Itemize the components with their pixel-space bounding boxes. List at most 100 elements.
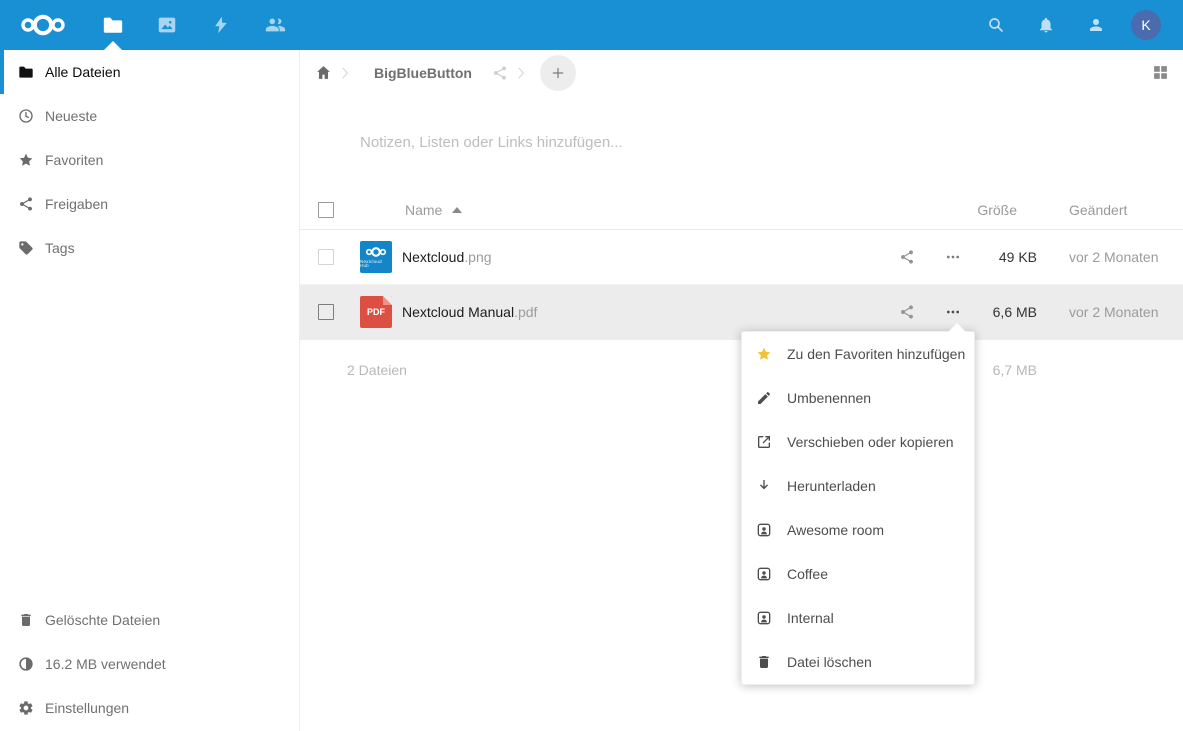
select-all-cell xyxy=(300,202,360,218)
notifications-button[interactable] xyxy=(1021,0,1071,50)
row-share-button[interactable] xyxy=(885,249,929,265)
image-file-thumbnail: Nextcloud Hub xyxy=(360,241,392,273)
menu-item-label: Coffee xyxy=(787,566,828,582)
contacts-menu-button[interactable] xyxy=(1071,0,1121,50)
sidebar-nav: Alle Dateien Neueste Favoriten Freigaben xyxy=(0,50,299,270)
file-actions-menu: Zu den Favoriten hinzufügen Umbenennen V… xyxy=(741,331,975,685)
app-activity-button[interactable] xyxy=(194,0,248,50)
sidebar-item-favorites[interactable]: Favoriten xyxy=(0,138,299,182)
breadcrumb-share-icon[interactable] xyxy=(492,65,508,81)
menu-caret xyxy=(948,323,966,332)
nextcloud-logo-icon[interactable] xyxy=(20,12,66,38)
app-navigation xyxy=(86,0,302,50)
app-files-button[interactable] xyxy=(86,0,140,50)
sidebar-footer: Gelöschte Dateien 16.2 MB verwendet Eins… xyxy=(0,598,299,731)
file-name[interactable]: Nextcloud.png xyxy=(402,249,885,265)
file-name[interactable]: Nextcloud Manual.pdf xyxy=(402,304,885,320)
pdf-badge-label: PDF xyxy=(367,307,385,317)
people-icon xyxy=(264,14,286,36)
pencil-icon xyxy=(756,390,772,406)
grid-view-toggle-button[interactable] xyxy=(1152,64,1169,81)
menu-item-label: Umbenennen xyxy=(787,390,871,406)
row-select-cell xyxy=(300,249,360,265)
column-header-name[interactable]: Name xyxy=(405,202,462,218)
name-header-label: Name xyxy=(405,202,442,218)
file-extension: .pdf xyxy=(514,304,537,320)
folder-icon xyxy=(18,64,34,80)
thumbnail-label: Nextcloud Hub xyxy=(360,260,392,269)
sidebar: Alle Dateien Neueste Favoriten Freigaben xyxy=(0,50,300,731)
sidebar-item-quota[interactable]: 16.2 MB verwendet xyxy=(0,642,299,686)
menu-item-label: Verschieben oder kopieren xyxy=(787,434,954,450)
grid-icon xyxy=(1152,64,1169,81)
breadcrumb-folder[interactable]: BigBlueButton xyxy=(374,65,472,81)
menu-item-move-or-copy[interactable]: Verschieben oder kopieren xyxy=(742,420,974,464)
breadcrumb: BigBlueButton xyxy=(300,50,1183,95)
column-header-modified[interactable]: Geändert xyxy=(1037,202,1183,218)
star-icon xyxy=(18,152,34,168)
row-select-cell xyxy=(300,304,360,320)
new-file-button[interactable] xyxy=(540,55,576,91)
file-modified: vor 2 Monaten xyxy=(1037,304,1183,320)
sidebar-item-recent[interactable]: Neueste xyxy=(0,94,299,138)
room-icon xyxy=(756,610,772,626)
pdf-file-icon: PDF xyxy=(360,296,392,328)
row-checkbox[interactable] xyxy=(318,304,334,320)
file-size: 6,6 MB xyxy=(977,304,1037,320)
sidebar-item-tags[interactable]: Tags xyxy=(0,226,299,270)
home-icon[interactable] xyxy=(315,64,332,81)
share-icon xyxy=(899,304,915,320)
room-icon xyxy=(756,566,772,582)
menu-item-label: Herunterladen xyxy=(787,478,876,494)
user-menu-button[interactable]: K xyxy=(1121,0,1171,50)
select-all-checkbox[interactable] xyxy=(318,202,334,218)
avatar-initial: K xyxy=(1141,17,1150,33)
file-extension: .png xyxy=(464,249,491,265)
app-contacts-button[interactable] xyxy=(248,0,302,50)
sidebar-item-label: Gelöschte Dateien xyxy=(45,612,160,628)
person-icon xyxy=(1087,16,1105,34)
three-dots-icon xyxy=(945,304,961,320)
menu-item-download[interactable]: Herunterladen xyxy=(742,464,974,508)
row-share-button[interactable] xyxy=(885,304,929,320)
column-header-size[interactable]: Größe xyxy=(977,202,1037,218)
row-actions-button[interactable] xyxy=(929,304,977,320)
active-app-indicator xyxy=(104,41,122,50)
menu-item-room-coffee[interactable]: Coffee xyxy=(742,552,974,596)
sidebar-item-all-files[interactable]: Alle Dateien xyxy=(0,50,299,94)
search-button[interactable] xyxy=(971,0,1021,50)
file-size: 49 KB xyxy=(977,249,1037,265)
sidebar-item-shares[interactable]: Freigaben xyxy=(0,182,299,226)
menu-item-label: Datei löschen xyxy=(787,654,872,670)
table-header-row: Name Größe Geändert xyxy=(300,190,1183,230)
menu-item-label: Awesome room xyxy=(787,522,884,538)
sidebar-item-label: Alle Dateien xyxy=(45,64,121,80)
clock-icon xyxy=(18,108,34,124)
table-row[interactable]: Nextcloud Hub Nextcloud.png 49 KB vor 2 … xyxy=(300,230,1183,285)
sidebar-item-deleted-files[interactable]: Gelöschte Dateien xyxy=(0,598,299,642)
notes-input[interactable]: Notizen, Listen oder Links hinzufügen... xyxy=(300,95,1183,190)
three-dots-icon xyxy=(945,249,961,265)
menu-item-label: Zu den Favoriten hinzufügen xyxy=(787,346,965,362)
sidebar-item-label: Neueste xyxy=(45,108,97,124)
row-checkbox[interactable] xyxy=(318,249,334,265)
gear-icon xyxy=(18,700,34,716)
chevron-right-icon xyxy=(512,64,530,82)
menu-item-rename[interactable]: Umbenennen xyxy=(742,376,974,420)
search-icon xyxy=(987,16,1005,34)
top-bar: K xyxy=(0,0,1183,50)
menu-item-room-awesome-room[interactable]: Awesome room xyxy=(742,508,974,552)
row-actions-button[interactable] xyxy=(929,249,977,265)
menu-item-room-internal[interactable]: Internal xyxy=(742,596,974,640)
menu-item-add-to-favorites[interactable]: Zu den Favoriten hinzufügen xyxy=(742,332,974,376)
top-right-actions: K xyxy=(971,0,1171,50)
folded-corner xyxy=(383,296,392,305)
menu-item-delete-file[interactable]: Datei löschen xyxy=(742,640,974,684)
file-basename: Nextcloud xyxy=(402,249,464,265)
app-photos-button[interactable] xyxy=(140,0,194,50)
download-icon xyxy=(756,478,772,494)
sidebar-item-settings[interactable]: Einstellungen xyxy=(0,686,299,730)
move-copy-icon xyxy=(756,434,772,450)
total-size: 6,7 MB xyxy=(977,362,1037,378)
folder-icon xyxy=(102,14,124,36)
